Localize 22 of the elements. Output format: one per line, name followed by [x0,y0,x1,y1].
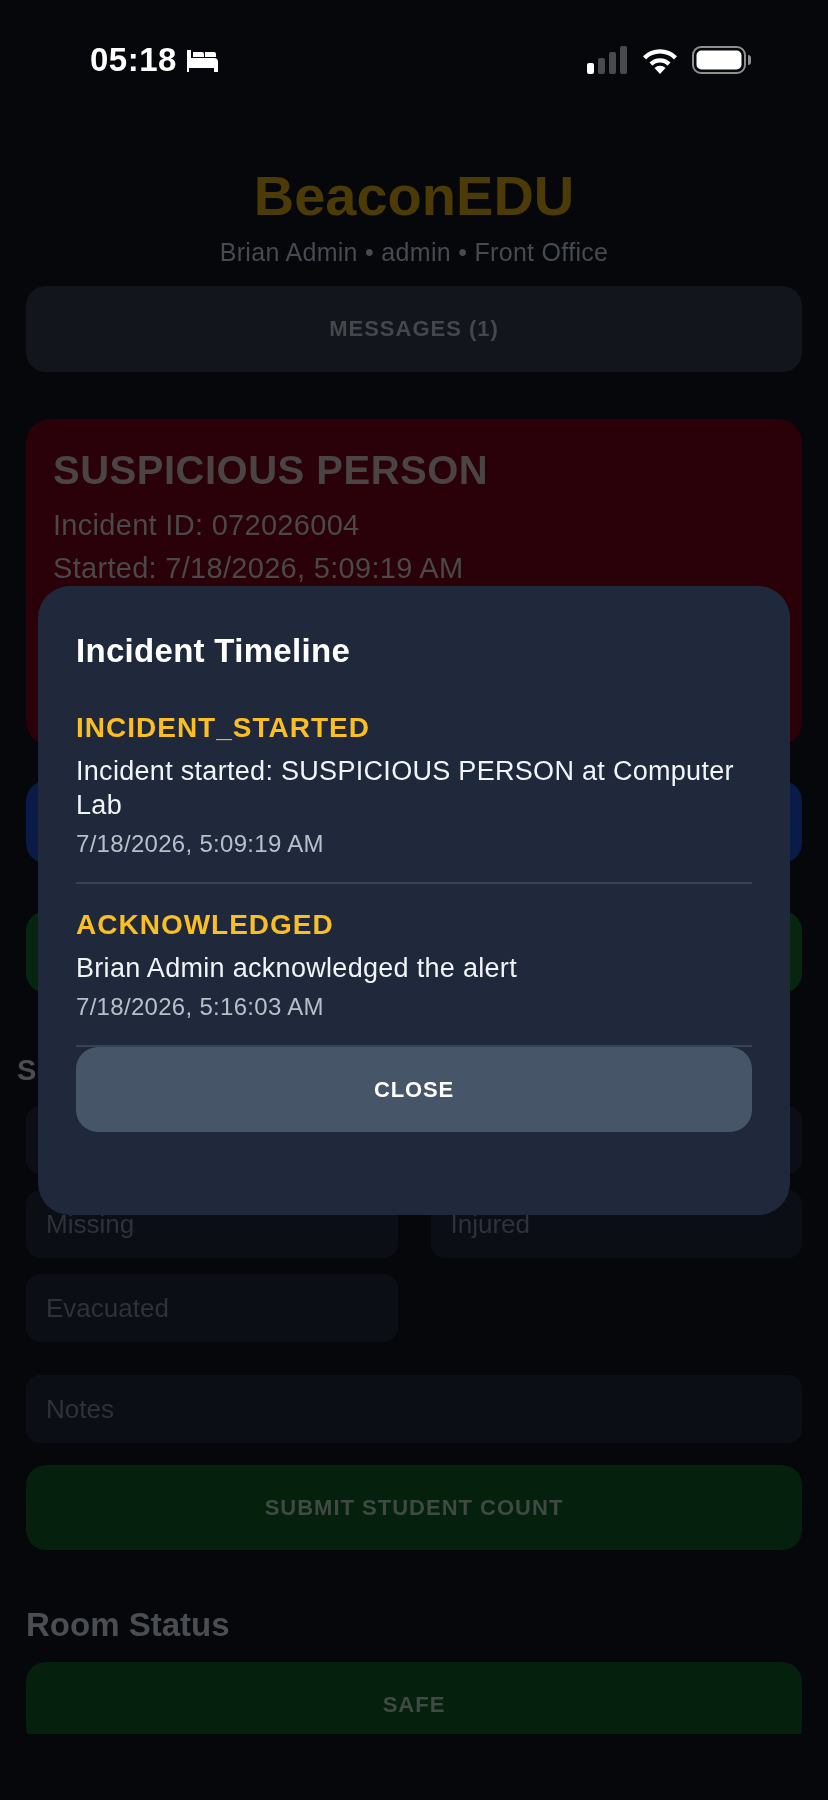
incident-detail: Incident ID: 072026004 [53,508,361,543]
app-title: BeaconEDU [253,164,575,228]
user-info: Brian Admin • admin • Front Office [219,237,609,267]
submit-button[interactable]: SUBMIT STUDENT COUNT [26,1465,802,1550]
battery-icon [692,46,752,74]
modal-title: Incident Timeline [76,632,352,670]
event-time: 7/18/2026, 5:09:19 AM [76,830,325,858]
wifi-icon [642,46,678,74]
event-type: ACKNOWLEDGED [76,908,335,942]
status-button[interactable]: SAFE [26,1662,802,1734]
signal-icon [586,46,628,74]
event-type: INCIDENT_STARTED [76,711,371,745]
bed-icon [184,48,220,72]
event-description: Incident started: SUSPICIOUS PERSON at Computer Lab [76,755,735,822]
section-heading: S [17,1053,37,1088]
status-time: 05:18 [90,41,177,79]
section-heading: Room Status [26,1606,230,1644]
incident-detail: Started: 7/18/2026, 5:09:19 AM [53,551,465,586]
event-time: 7/18/2026, 5:16:03 AM [76,993,325,1021]
close-button[interactable]: CLOSE [76,1047,752,1132]
incident-title: SUSPICIOUS PERSON [53,447,490,493]
event-description: Brian Admin acknowledged the alert [76,952,518,985]
